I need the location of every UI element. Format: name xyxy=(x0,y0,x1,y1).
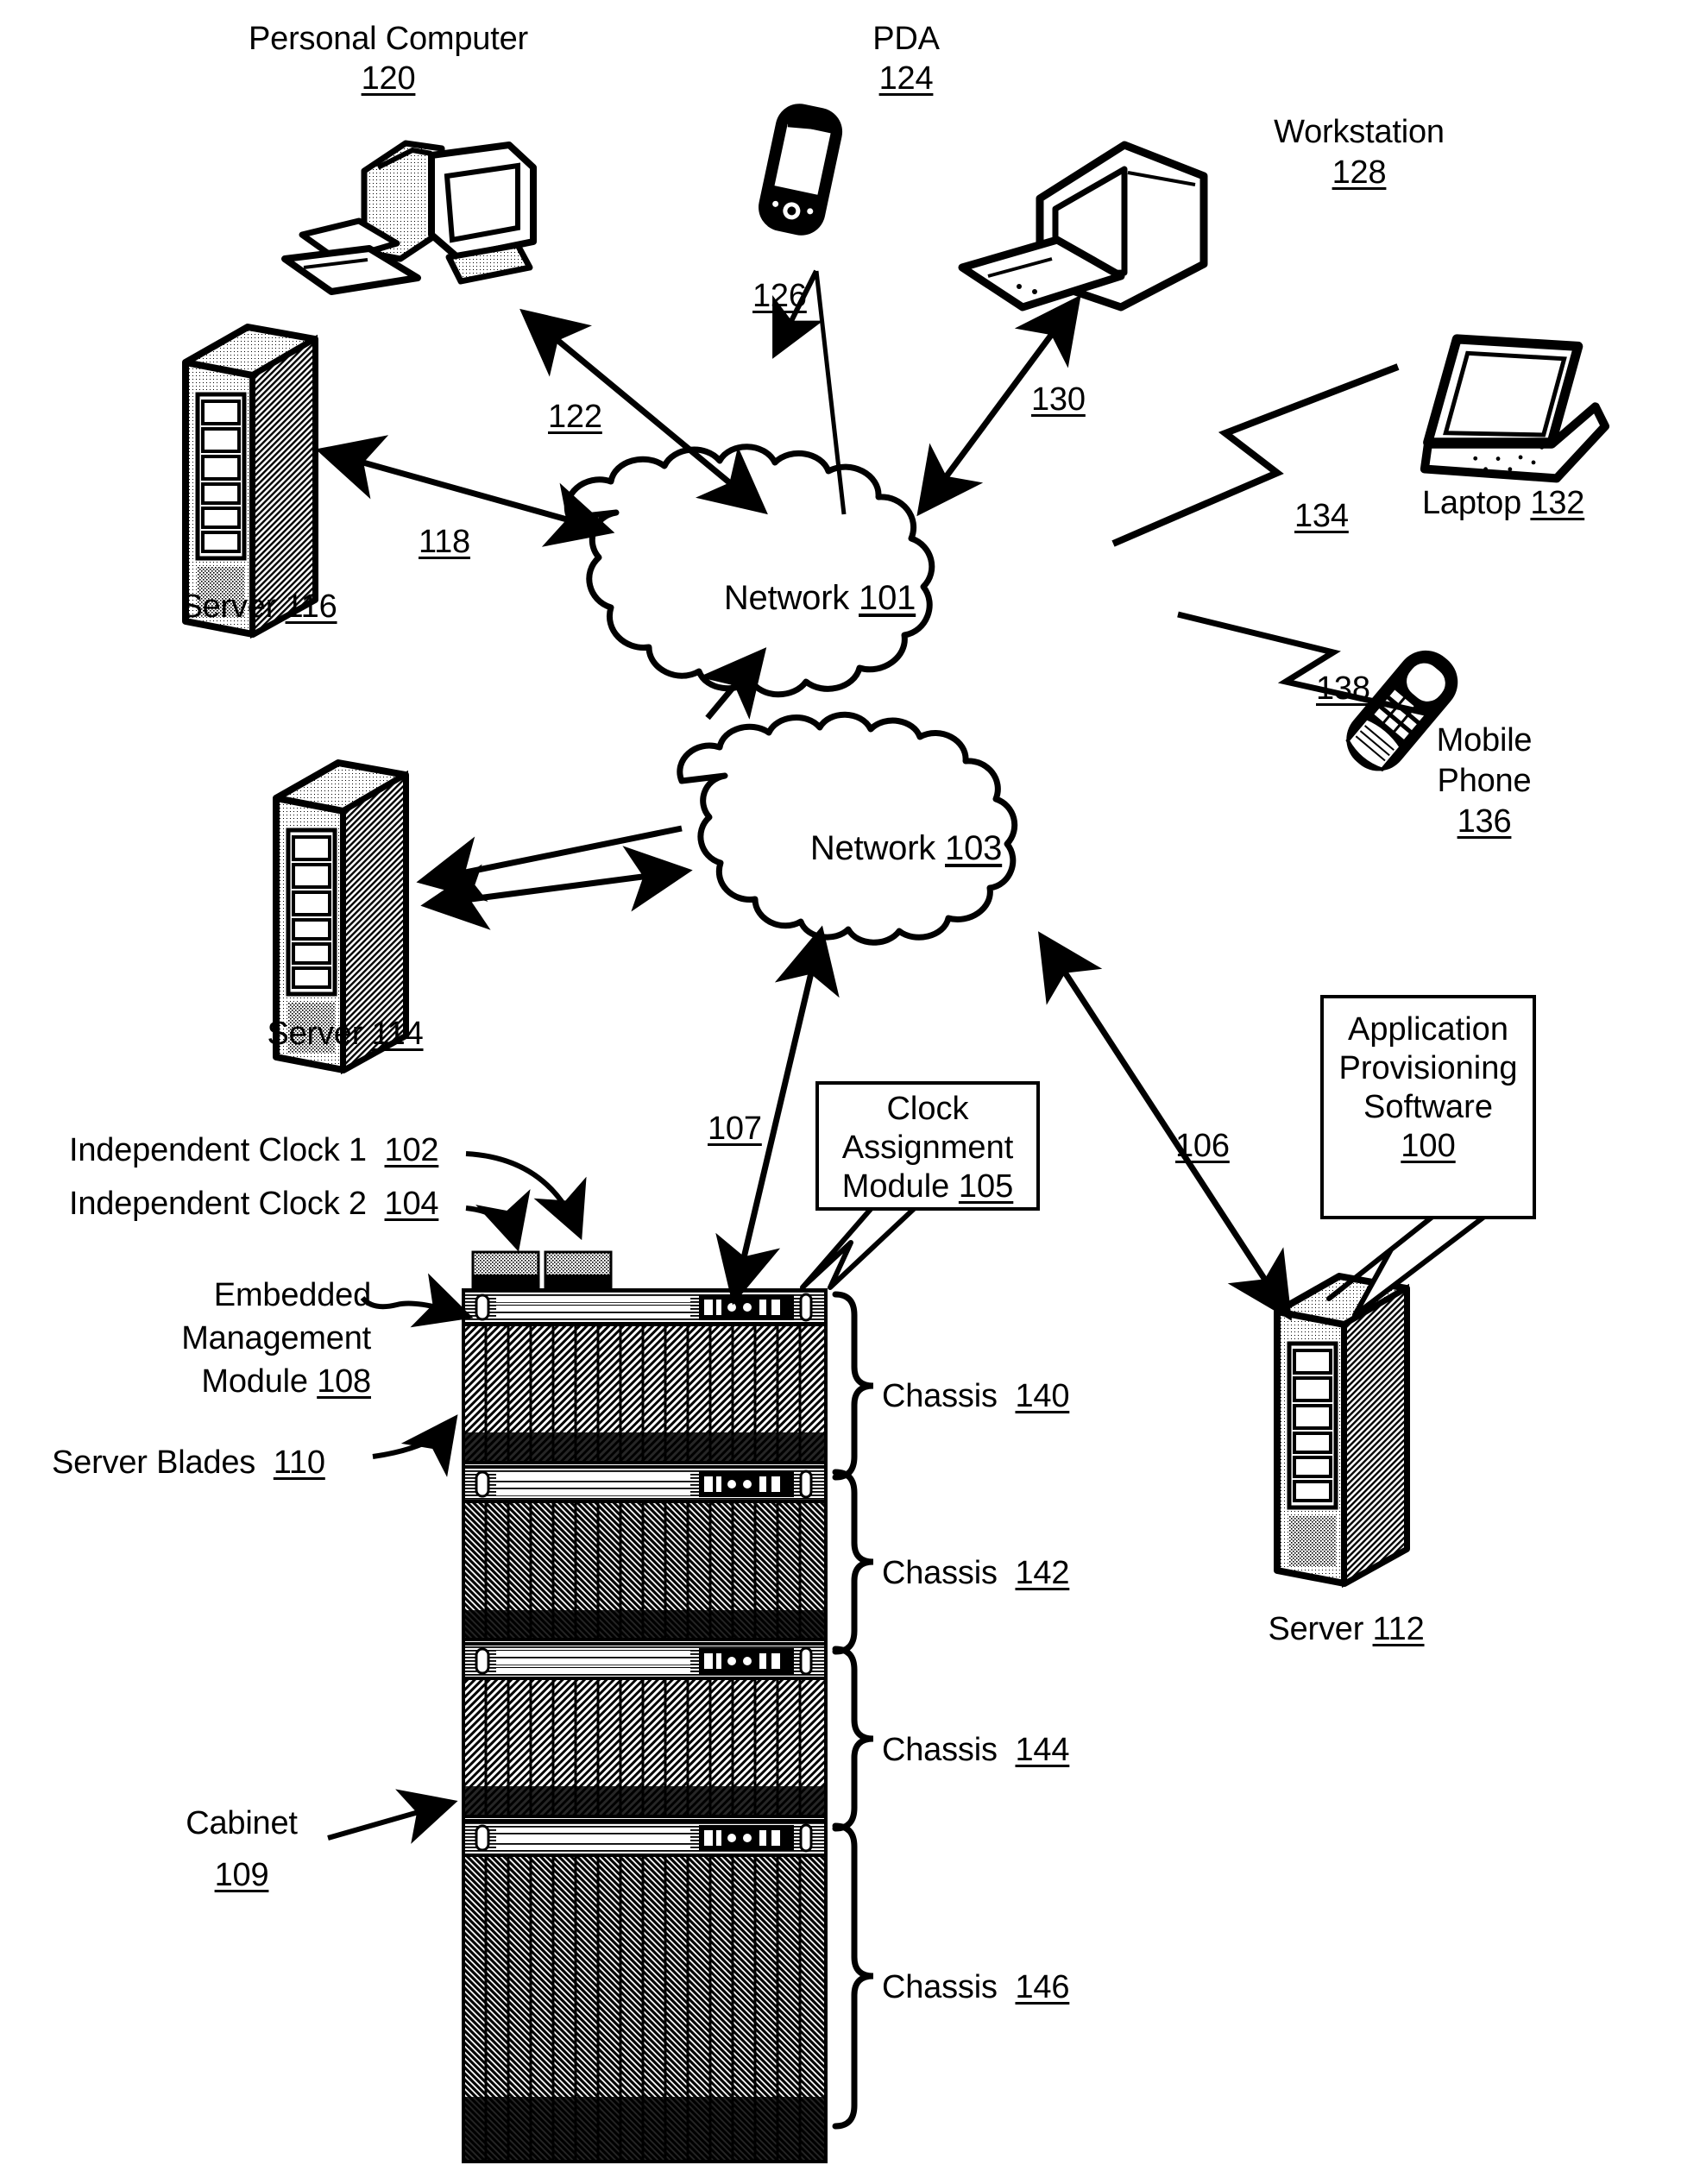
label-chassis-142: Chassis 142 xyxy=(882,1555,1070,1591)
chassis-140 xyxy=(462,1288,828,1464)
chassis-braces xyxy=(832,1291,874,2130)
independent-clock-1-module xyxy=(471,1250,540,1292)
chassis-144 xyxy=(462,1642,828,1818)
annotation-cabinet-label: Cabinet xyxy=(186,1805,298,1841)
label-chassis-140: Chassis 140 xyxy=(882,1378,1070,1414)
callout-aps-line3: Software xyxy=(1363,1089,1493,1125)
ref-link-138: 138 xyxy=(1316,670,1370,707)
callout-aps-line1: Application xyxy=(1348,1011,1508,1048)
ref-link-126: 126 xyxy=(752,278,807,314)
callout-cam-line3: Module 105 xyxy=(841,1168,1014,1205)
laptop-icon xyxy=(1420,334,1610,483)
annotation-emm-line1: Embedded xyxy=(213,1277,371,1313)
label-mobile-phone-line1: Mobile xyxy=(1436,722,1533,758)
label-server-116: Server 116 xyxy=(180,588,337,625)
patent-figure-canvas: Personal Computer 120 PDA 124 Workstatio… xyxy=(0,0,1681,2184)
ref-link-122: 122 xyxy=(548,399,602,435)
label-server-114: Server 114 xyxy=(267,1016,424,1052)
ref-link-107: 107 xyxy=(708,1111,762,1147)
clock-assignment-callout-tail xyxy=(800,1205,917,1290)
desktop-computer-icon xyxy=(281,140,537,295)
callout-clock-assignment-module: Clock Assignment Module 105 xyxy=(815,1081,1040,1211)
label-network-103: Network 103 xyxy=(809,829,1003,867)
label-chassis-144: Chassis 144 xyxy=(882,1732,1070,1768)
tower-server-icon-112 xyxy=(1274,1273,1410,1589)
cloud-icon-network-101 xyxy=(564,444,935,698)
label-server-112: Server 112 xyxy=(1268,1611,1425,1647)
callout-aps-line2: Provisioning xyxy=(1338,1050,1518,1086)
ref-personal-computer: 120 xyxy=(361,60,416,97)
annotation-independent-clock-2: Independent Clock 2 104 xyxy=(69,1186,439,1222)
ref-link-134: 134 xyxy=(1294,498,1349,534)
annotation-independent-clock-1: Independent Clock 1 102 xyxy=(69,1132,439,1168)
pda-icon xyxy=(759,104,843,236)
label-chassis-146: Chassis 146 xyxy=(882,1969,1070,2005)
label-network-101: Network 101 xyxy=(723,579,916,617)
independent-clock-2-module xyxy=(544,1250,613,1292)
chassis-146 xyxy=(462,1819,828,2163)
ref-link-106: 106 xyxy=(1175,1128,1230,1164)
chassis-142 xyxy=(462,1465,828,1641)
callout-cam-line1: Clock xyxy=(886,1091,969,1127)
ref-link-118: 118 xyxy=(419,524,470,560)
annotation-emm-line3: Module 108 xyxy=(201,1363,371,1400)
label-personal-computer: Personal Computer xyxy=(249,21,528,57)
label-workstation: Workstation xyxy=(1274,114,1445,150)
callout-aps-ref: 100 xyxy=(1401,1128,1456,1164)
workstation-icon xyxy=(958,141,1208,312)
cabinet-109-blade-stack xyxy=(462,1250,828,2163)
annotation-emm-line2: Management xyxy=(181,1320,371,1356)
ref-pda: 124 xyxy=(878,60,934,97)
ref-workstation: 128 xyxy=(1332,154,1387,191)
annotation-server-blades: Server Blades 110 xyxy=(52,1444,325,1481)
ref-mobile-phone: 136 xyxy=(1457,803,1512,840)
label-laptop: Laptop 132 xyxy=(1422,485,1585,521)
callout-cam-line2: Assignment xyxy=(841,1130,1014,1166)
callout-application-provisioning-software: Application Provisioning Software 100 xyxy=(1320,995,1536,1219)
ref-link-130: 130 xyxy=(1031,381,1086,418)
label-mobile-phone-line2: Phone xyxy=(1437,763,1532,799)
label-pda: PDA xyxy=(872,21,940,57)
annotation-cabinet-ref: 109 xyxy=(214,1857,269,1893)
